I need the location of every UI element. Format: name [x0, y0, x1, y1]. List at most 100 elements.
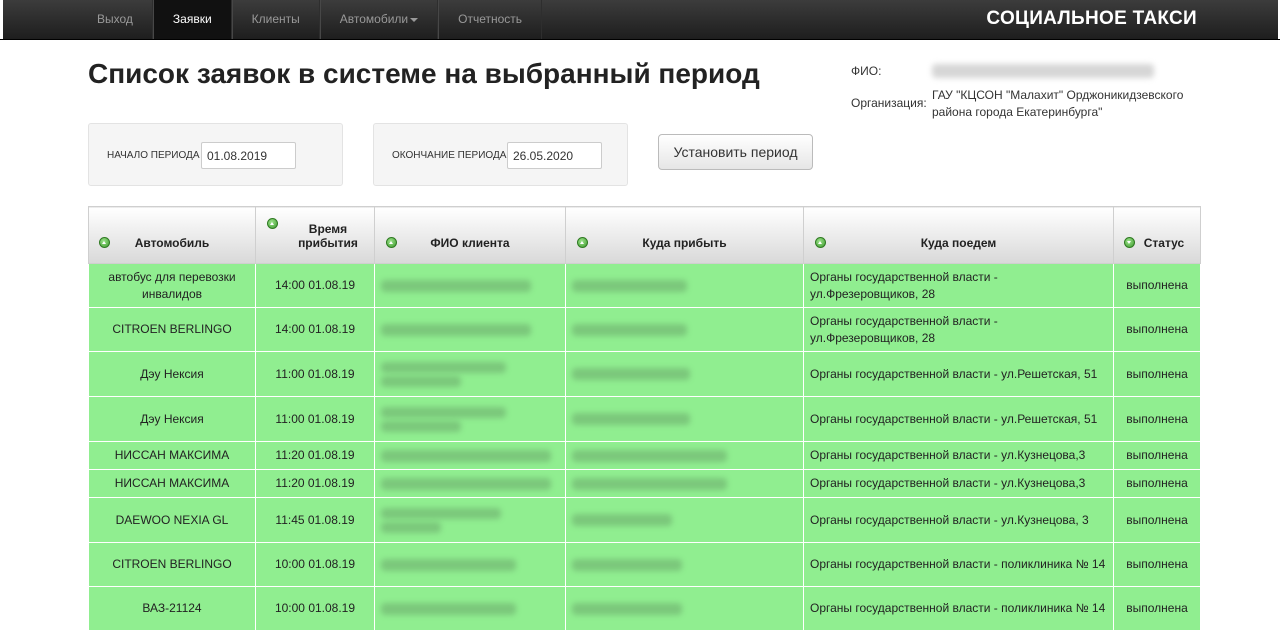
cell-status: выполнена	[1113, 263, 1201, 308]
fio-value-redacted	[932, 64, 1154, 78]
sort-icon[interactable]	[577, 237, 588, 248]
column-header-time[interactable]: Время прибытия	[255, 206, 375, 264]
cell-from-redacted	[565, 441, 804, 470]
redacted-text	[572, 514, 672, 527]
cell-status: выполнена	[1113, 307, 1201, 352]
cell-car: DAEWOO NEXIA GL	[88, 497, 256, 543]
cell-car: НИССАН МАКСИМА	[88, 441, 256, 470]
table-row[interactable]: CITROEN BERLINGO 10:00 01.08.19 Органы г…	[88, 542, 1201, 587]
redacted-text	[572, 323, 687, 336]
cell-time: 14:00 01.08.19	[255, 263, 375, 308]
nav-item-label: Заявки	[172, 12, 212, 26]
cell-status: выполнена	[1113, 586, 1201, 631]
nav-item-clients[interactable]: Клиенты	[231, 0, 320, 39]
cell-car: CITROEN BERLINGO	[88, 307, 256, 352]
redacted-text	[572, 602, 682, 615]
fio-row: ФИО:	[851, 64, 1154, 78]
nav-item-reports[interactable]: Отчетность	[438, 0, 543, 39]
sort-icon[interactable]	[1124, 237, 1135, 248]
period-end-input[interactable]	[507, 142, 602, 169]
column-header-label: ФИО клиента	[430, 236, 510, 250]
cell-to: Органы государственной власти - ул.Решет…	[803, 396, 1114, 442]
cell-car: Дэу Нексия	[88, 351, 256, 397]
table-row[interactable]: ВАЗ-21124 10:00 01.08.19 Органы государс…	[88, 586, 1201, 631]
cell-car: ВАЗ-21124	[88, 586, 256, 631]
cell-client-redacted	[374, 586, 566, 631]
cell-to: Органы государственной власти - ул.Кузне…	[803, 497, 1114, 543]
nav-item-requests[interactable]: Заявки	[152, 0, 232, 39]
sort-icon[interactable]	[99, 237, 110, 248]
table-row[interactable]: DAEWOO NEXIA GL 11:45 01.08.19 Органы го…	[88, 497, 1201, 543]
nav-item-cars-dropdown[interactable]: Автомобили	[319, 0, 439, 39]
top-navbar: Выход Заявки Клиенты Автомобили Отчетнос…	[0, 0, 1280, 40]
nav-item-label: Клиенты	[251, 12, 300, 26]
table-row[interactable]: Дэу Нексия 11:00 01.08.19 Органы государ…	[88, 351, 1201, 397]
column-header-car[interactable]: Автомобиль	[88, 206, 256, 264]
sort-icon[interactable]	[386, 237, 397, 248]
cell-client-redacted	[374, 396, 566, 442]
nav-menu: Выход Заявки Клиенты Автомобили Отчетнос…	[78, 0, 543, 39]
organization-value: ГАУ "КЦСОН "Малахит" Орджоникидзевского …	[932, 88, 1184, 119]
redacted-text	[381, 477, 551, 490]
column-header-client[interactable]: ФИО клиента	[374, 206, 566, 264]
redacted-text	[572, 558, 682, 571]
period-start-label: НАЧАЛО ПЕРИОДА	[107, 150, 200, 161]
cell-from-redacted	[565, 586, 804, 631]
page-title: Список заявок в системе на выбранный пер…	[88, 58, 760, 89]
table-row[interactable]: НИССАН МАКСИМА 11:20 01.08.19 Органы гос…	[88, 469, 1201, 498]
redacted-text	[381, 406, 559, 432]
column-header-label: Статус	[1143, 236, 1185, 250]
period-start-box: НАЧАЛО ПЕРИОДА	[88, 123, 343, 186]
cell-status: выполнена	[1113, 441, 1201, 470]
brand-title: СОЦИАЛЬНОЕ ТАКСИ	[986, 8, 1197, 29]
cell-from-redacted	[565, 542, 804, 587]
column-header-status[interactable]: Статус	[1113, 206, 1201, 264]
redacted-text	[381, 602, 516, 615]
cell-to: Органы государственной власти - ул.Кузне…	[803, 441, 1114, 470]
cell-to: Органы государственной власти - поликлин…	[803, 542, 1114, 587]
period-end-label: ОКОНЧАНИЕ ПЕРИОДА	[392, 150, 507, 161]
column-header-destination-from[interactable]: Куда прибыть	[565, 206, 804, 264]
table-row[interactable]: CITROEN BERLINGO 14:00 01.08.19 Органы г…	[88, 307, 1201, 352]
period-end-box: ОКОНЧАНИЕ ПЕРИОДА	[373, 123, 628, 186]
table-row[interactable]: НИССАН МАКСИМА 11:20 01.08.19 Органы гос…	[88, 441, 1201, 470]
cell-time: 11:20 01.08.19	[255, 469, 375, 498]
caret-down-icon	[410, 17, 419, 22]
column-header-label: Куда прибыть	[642, 236, 727, 250]
cell-from-redacted	[565, 469, 804, 498]
nav-item-label: Отчетность	[458, 12, 523, 26]
redacted-text	[381, 449, 551, 462]
sort-icon[interactable]	[815, 237, 826, 248]
cell-time: 11:45 01.08.19	[255, 497, 375, 543]
cell-client-redacted	[374, 542, 566, 587]
cell-client-redacted	[374, 263, 566, 308]
sort-icon[interactable]	[267, 218, 278, 229]
cell-client-redacted	[374, 497, 566, 543]
requests-table: Автомобиль Время прибытия ФИО клиента Ку…	[88, 206, 1201, 631]
redacted-text	[381, 558, 516, 571]
cell-car: CITROEN BERLINGO	[88, 542, 256, 587]
redacted-text	[572, 449, 727, 462]
cell-from-redacted	[565, 396, 804, 442]
table-row[interactable]: автобус для перевозки инвалидов 14:00 01…	[88, 263, 1201, 308]
column-header-destination-to[interactable]: Куда поедем	[803, 206, 1114, 264]
cell-status: выполнена	[1113, 497, 1201, 543]
cell-to: Органы государственной власти - ул.Кузне…	[803, 469, 1114, 498]
set-period-button[interactable]: Установить период	[658, 134, 813, 170]
column-header-label: Автомобиль	[134, 236, 210, 250]
table-row[interactable]: Дэу Нексия 11:00 01.08.19 Органы государ…	[88, 396, 1201, 442]
cell-client-redacted	[374, 307, 566, 352]
cell-client-redacted	[374, 469, 566, 498]
period-start-input[interactable]	[201, 142, 296, 169]
redacted-text	[572, 413, 690, 426]
cell-car: НИССАН МАКСИМА	[88, 469, 256, 498]
table-header-row: Автомобиль Время прибытия ФИО клиента Ку…	[88, 206, 1201, 264]
cell-time: 11:00 01.08.19	[255, 351, 375, 397]
cell-car: Дэу Нексия	[88, 396, 256, 442]
nav-item-exit[interactable]: Выход	[78, 0, 153, 39]
redacted-text	[381, 323, 531, 336]
cell-car: автобус для перевозки инвалидов	[88, 263, 256, 308]
column-header-label: Время прибытия	[298, 222, 358, 250]
organization-label: Организация:	[851, 96, 927, 110]
column-header-label: Куда поедем	[920, 236, 997, 250]
